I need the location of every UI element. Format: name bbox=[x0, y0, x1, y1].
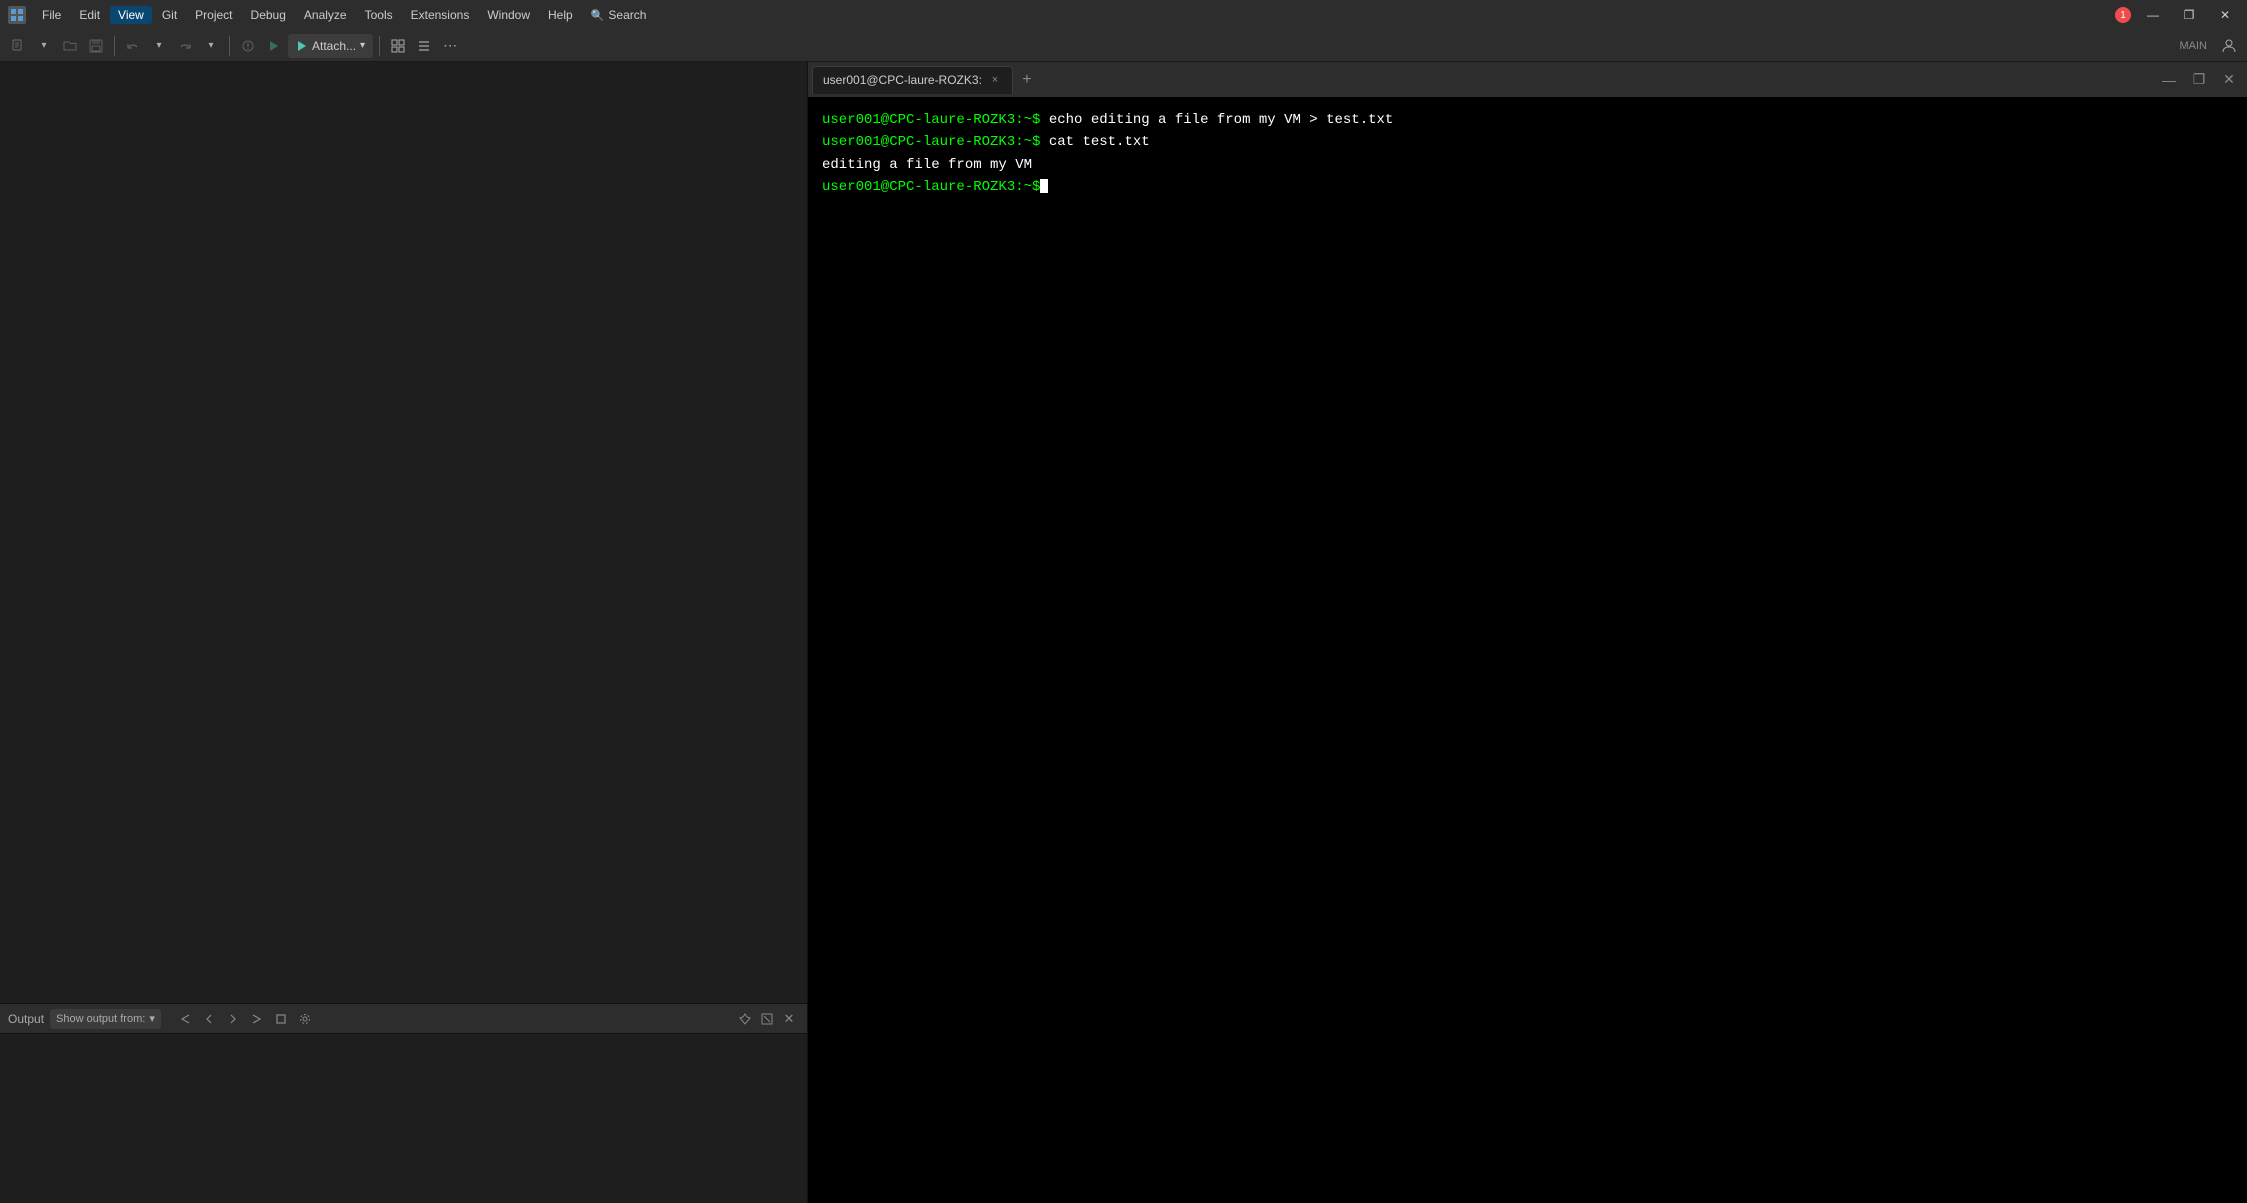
menu-tools[interactable]: Tools bbox=[357, 6, 401, 24]
terminal-tab-add[interactable]: + bbox=[1015, 68, 1039, 92]
attach-dropdown[interactable]: Attach... ▾ bbox=[288, 34, 373, 58]
output-btn-last[interactable] bbox=[247, 1009, 267, 1029]
terminal-tabs: user001@CPC-laure-ROZK3: × + — ❐ ✕ bbox=[808, 62, 2247, 97]
toolbar-btn-open[interactable] bbox=[58, 34, 82, 58]
toolbar-separator-2 bbox=[229, 36, 230, 56]
menu-view[interactable]: View bbox=[110, 6, 152, 24]
output-btn-next[interactable] bbox=[223, 1009, 243, 1029]
terminal-cmd-1: echo editing a file from my VM > test.tx… bbox=[1040, 112, 1393, 128]
toolbar-btn-chevron[interactable]: ▾ bbox=[32, 34, 56, 58]
editor-area[interactable] bbox=[0, 62, 807, 1003]
terminal-line-4: user001@CPC-laure-ROZK3:~$ bbox=[822, 176, 2233, 198]
terminal-line-3: editing a file from my VM bbox=[822, 154, 2233, 176]
terminal-restore-btn[interactable]: ❐ bbox=[2185, 70, 2213, 90]
show-output-label: Show output from: bbox=[56, 1013, 145, 1025]
show-output-dropdown[interactable]: Show output from: ▾ bbox=[50, 1009, 161, 1029]
main-label: MAIN bbox=[2180, 40, 2216, 52]
output-title: Output bbox=[8, 1012, 44, 1026]
output-content bbox=[0, 1034, 807, 1203]
toolbar: ▾ ▾ ▾ bbox=[0, 30, 2247, 62]
show-output-dropdown-arrow: ▾ bbox=[149, 1012, 155, 1025]
terminal-cmd-2: cat test.txt bbox=[1040, 134, 1149, 150]
output-pin-btn[interactable] bbox=[735, 1009, 755, 1029]
toolbar-btn-chevron2[interactable]: ▾ bbox=[147, 34, 171, 58]
toolbar-btn-chevron3[interactable]: ▾ bbox=[199, 34, 223, 58]
output-panel: Output Show output from: ▾ bbox=[0, 1003, 807, 1203]
output-btn-stop[interactable] bbox=[271, 1009, 291, 1029]
menu-window[interactable]: Window bbox=[479, 6, 538, 24]
toolbar-btn-run[interactable] bbox=[262, 34, 286, 58]
restore-button[interactable]: ❐ bbox=[2175, 5, 2203, 25]
title-bar: File Edit View Git Project Debug Analyze… bbox=[0, 0, 2247, 30]
toolbar-btn-more[interactable]: ⋯ bbox=[438, 34, 462, 58]
search-icon: 🔍 bbox=[591, 9, 605, 22]
toolbar-btn-save[interactable] bbox=[84, 34, 108, 58]
terminal-tab-close[interactable]: × bbox=[988, 73, 1002, 87]
toolbar-btn-undo[interactable] bbox=[121, 34, 145, 58]
terminal-content[interactable]: user001@CPC-laure-ROZK3:~$ echo editing … bbox=[808, 97, 2247, 1203]
terminal-tab-label: user001@CPC-laure-ROZK3: bbox=[823, 73, 982, 87]
left-panel: Output Show output from: ▾ bbox=[0, 62, 808, 1203]
menu-analyze[interactable]: Analyze bbox=[296, 6, 355, 24]
terminal-cursor bbox=[1040, 179, 1048, 193]
notification-badge[interactable]: 1 bbox=[2115, 7, 2131, 23]
output-btn-settings[interactable] bbox=[295, 1009, 315, 1029]
output-close-btn[interactable]: ✕ bbox=[779, 1009, 799, 1029]
terminal-tab[interactable]: user001@CPC-laure-ROZK3: × bbox=[812, 66, 1013, 94]
minimize-button[interactable]: — bbox=[2139, 5, 2167, 25]
menu-file[interactable]: File bbox=[34, 6, 69, 24]
toolbar-btn-new[interactable] bbox=[6, 34, 30, 58]
menu-extensions[interactable]: Extensions bbox=[403, 6, 478, 24]
terminal-line-2: user001@CPC-laure-ROZK3:~$ cat test.txt bbox=[822, 131, 2233, 153]
toolbar-btn-list[interactable] bbox=[412, 34, 436, 58]
output-right-buttons: ✕ bbox=[735, 1009, 799, 1029]
output-controls bbox=[175, 1009, 315, 1029]
title-bar-right: 1 — ❐ ✕ bbox=[2115, 5, 2239, 25]
right-panel: user001@CPC-laure-ROZK3: × + — ❐ ✕ user0… bbox=[808, 62, 2247, 1203]
terminal-prompt-2: user001@CPC-laure-ROZK3:~$ bbox=[822, 134, 1040, 150]
terminal-minimize-btn[interactable]: — bbox=[2155, 70, 2183, 90]
toolbar-btn-grid[interactable] bbox=[386, 34, 410, 58]
output-maximize-btn[interactable] bbox=[757, 1009, 777, 1029]
menu-git[interactable]: Git bbox=[154, 6, 185, 24]
terminal-output-3: editing a file from my VM bbox=[822, 157, 1032, 173]
output-header: Output Show output from: ▾ bbox=[0, 1004, 807, 1034]
toolbar-btn-profile[interactable] bbox=[2217, 34, 2241, 58]
terminal-close-btn[interactable]: ✕ bbox=[2215, 70, 2243, 90]
menu-edit[interactable]: Edit bbox=[71, 6, 108, 24]
output-btn-first[interactable] bbox=[175, 1009, 195, 1029]
toolbar-separator-1 bbox=[114, 36, 115, 56]
menu-help[interactable]: Help bbox=[540, 6, 581, 24]
menu-debug[interactable]: Debug bbox=[243, 6, 294, 24]
menu-search[interactable]: 🔍 Search bbox=[583, 6, 655, 24]
output-btn-prev[interactable] bbox=[199, 1009, 219, 1029]
toolbar-btn-redo[interactable] bbox=[173, 34, 197, 58]
terminal-line-1: user001@CPC-laure-ROZK3:~$ echo editing … bbox=[822, 109, 2233, 131]
close-button[interactable]: ✕ bbox=[2211, 5, 2239, 25]
menu-bar: File Edit View Git Project Debug Analyze… bbox=[34, 6, 2111, 24]
menu-project[interactable]: Project bbox=[187, 6, 240, 24]
app-icon bbox=[8, 6, 26, 24]
toolbar-btn-extra1[interactable] bbox=[236, 34, 260, 58]
main-area: Output Show output from: ▾ bbox=[0, 62, 2247, 1203]
terminal-prompt-4: user001@CPC-laure-ROZK3:~$ bbox=[822, 179, 1040, 195]
terminal-win-buttons: — ❐ ✕ bbox=[2155, 70, 2243, 90]
terminal-prompt-1: user001@CPC-laure-ROZK3:~$ bbox=[822, 112, 1040, 128]
toolbar-separator-3 bbox=[379, 36, 380, 56]
